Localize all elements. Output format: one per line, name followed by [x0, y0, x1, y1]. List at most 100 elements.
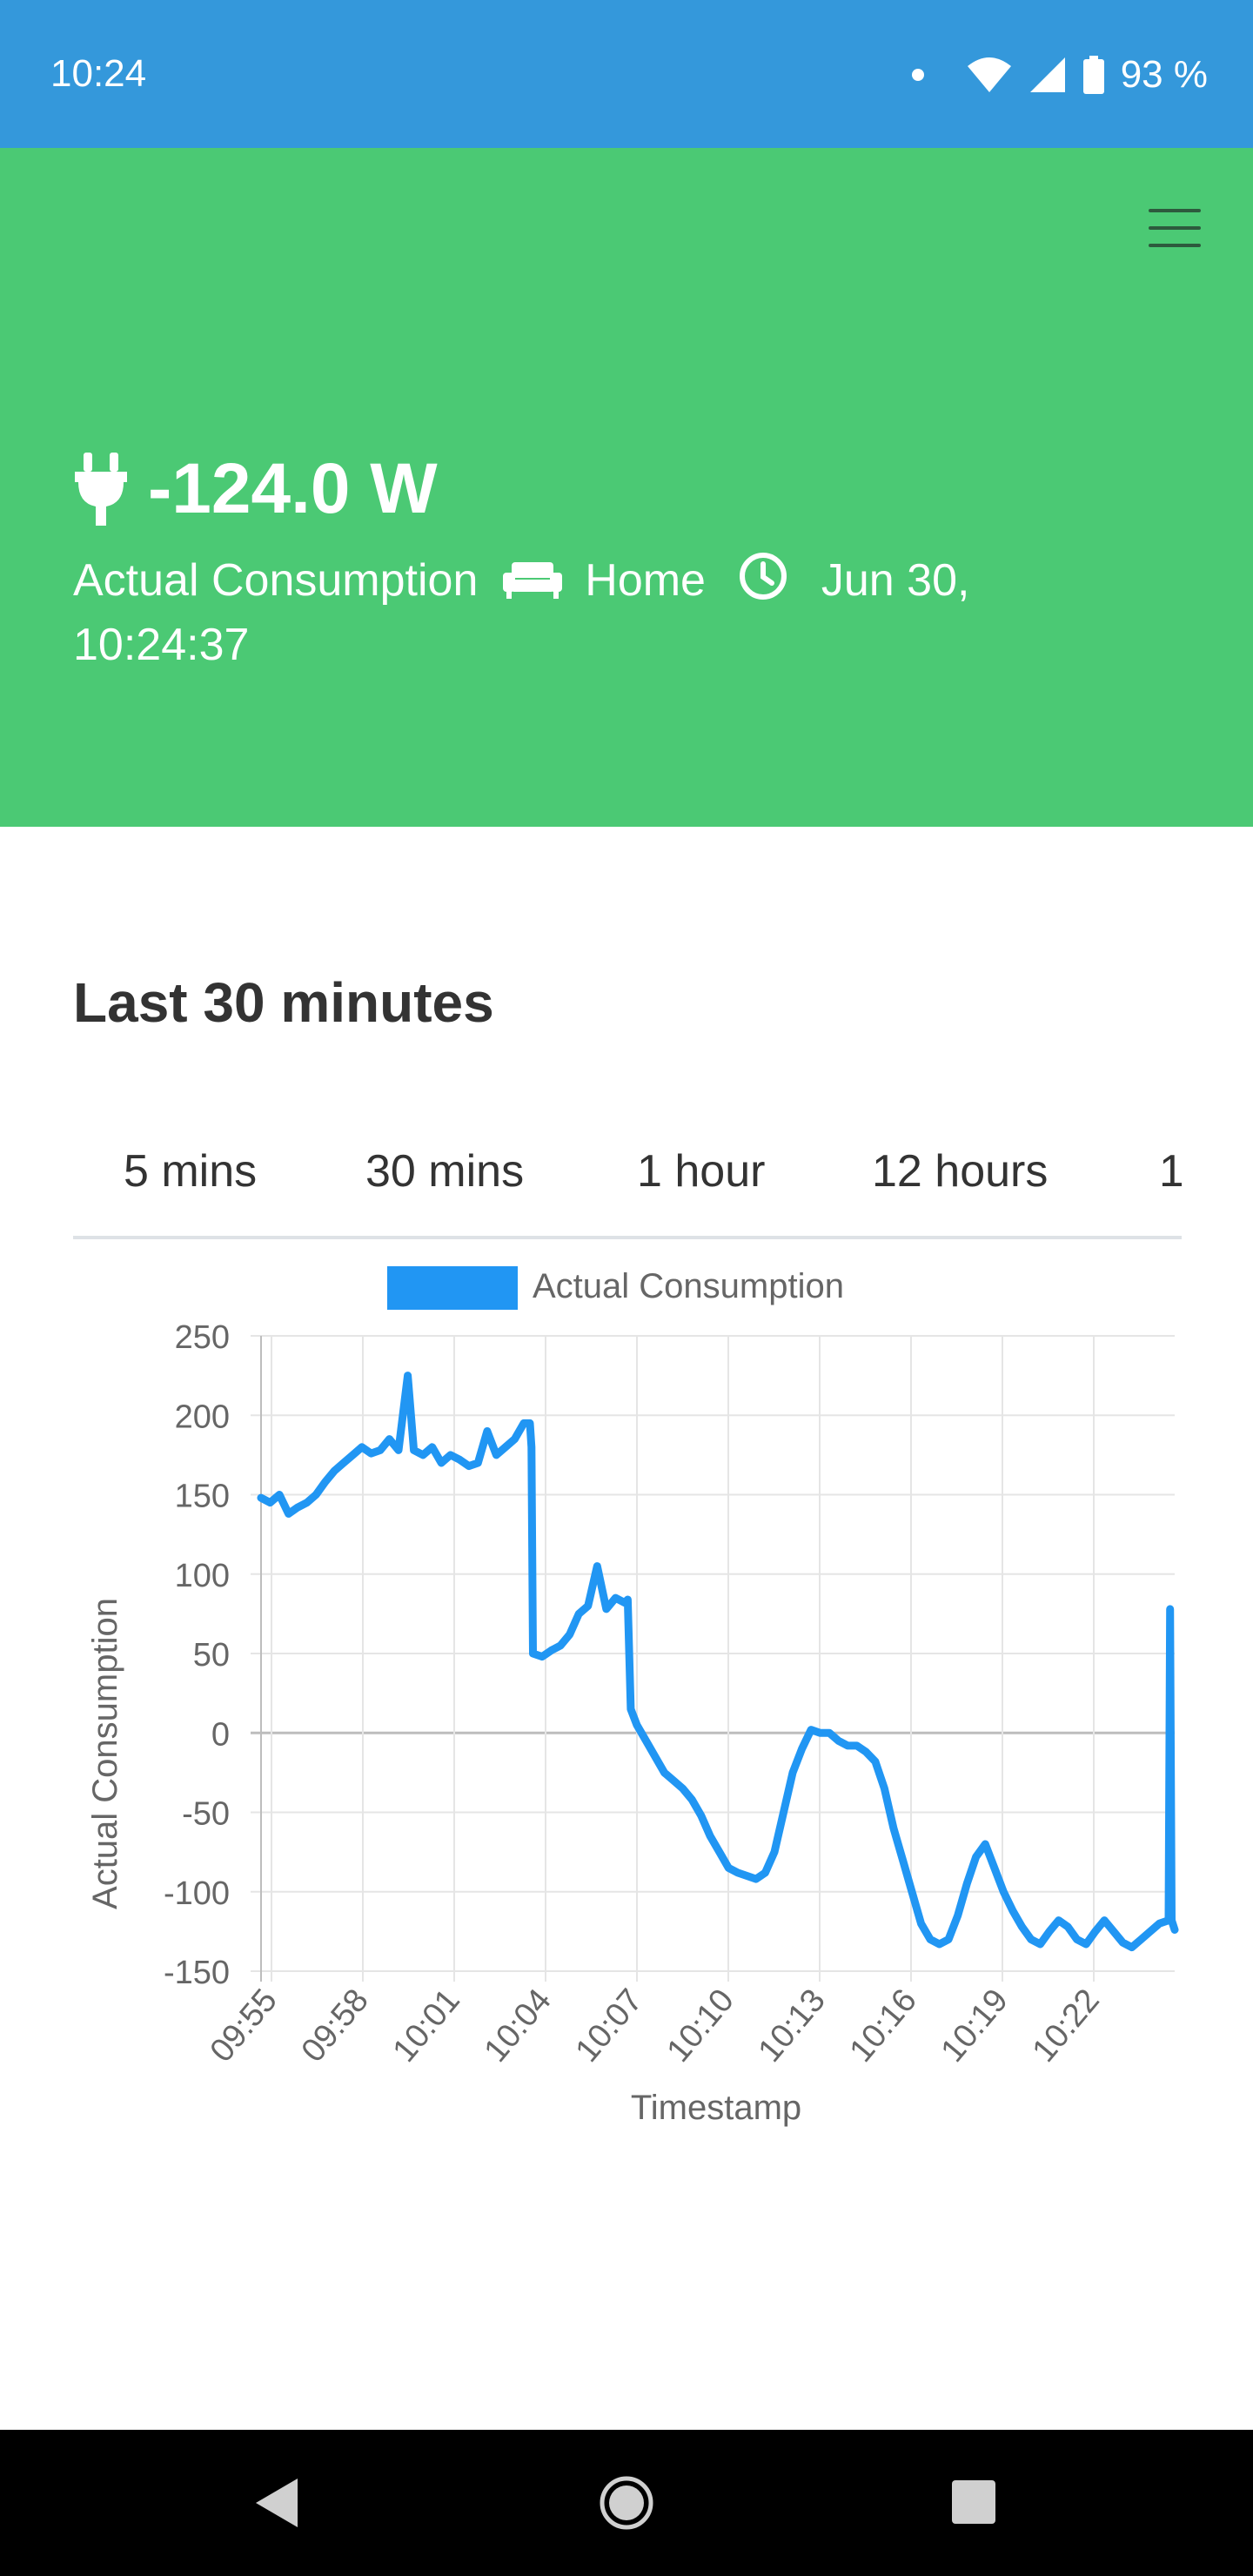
data-point [653, 1754, 659, 1760]
data-point [377, 1447, 383, 1453]
notification-dot-icon [911, 69, 924, 81]
data-point [267, 1499, 273, 1506]
data-point [1169, 1917, 1175, 1923]
data-point [594, 1563, 600, 1569]
data-point [539, 1654, 546, 1660]
data-point [396, 1447, 402, 1453]
y-tick-label: -150 [164, 1955, 230, 1991]
power-reading: -124.0 W [73, 448, 438, 530]
data-point [707, 1833, 714, 1839]
data-point [1065, 1923, 1071, 1929]
signal-icon [1029, 57, 1065, 92]
data-point [340, 1460, 346, 1466]
data-point [936, 1941, 942, 1947]
system-nav-bar [0, 2430, 1253, 2576]
data-point [827, 1730, 833, 1736]
data-point [643, 1738, 649, 1744]
data-point [955, 1913, 961, 1919]
data-point [845, 1742, 851, 1748]
data-point [661, 1769, 667, 1775]
home-button[interactable] [599, 2475, 654, 2531]
tab-30-mins[interactable]: 30 mins [365, 1145, 524, 1197]
y-tick-label: 50 [193, 1637, 230, 1674]
x-tick-label: 10:22 [1026, 1982, 1107, 2070]
x-axis-ticks: 09:55 09:58 10:01 10:04 10:07 10:10 10:13 10:16… [204, 1982, 1107, 2070]
plug-icon [75, 453, 127, 526]
status-time: 10:24 [50, 52, 147, 95]
series-points [258, 1372, 1177, 1950]
tab-1-day[interactable]: 1 [1159, 1145, 1182, 1197]
y-tick-label: 250 [175, 1319, 230, 1356]
data-point [350, 1452, 356, 1458]
status-bar: 10:24 93 % [0, 0, 1253, 148]
y-tick-label: -100 [164, 1875, 230, 1912]
data-point [854, 1742, 860, 1748]
x-tick-label: 10:07 [569, 1982, 650, 2070]
data-point [928, 1936, 934, 1942]
y-tick-label: -50 [182, 1796, 230, 1833]
data-point [1110, 1929, 1116, 1935]
x-tick-label: 10:04 [478, 1982, 559, 2070]
x-tick-label: 10:01 [386, 1982, 467, 2070]
data-point [716, 1849, 722, 1855]
data-point [493, 1452, 499, 1458]
data-point [627, 1706, 633, 1712]
y-tick-label: 200 [175, 1399, 230, 1435]
data-point [726, 1865, 732, 1871]
reading-details: Actual Consumption Home Jun 30, 10:24:37 [73, 548, 1117, 677]
data-point [1055, 1917, 1062, 1923]
recents-button[interactable] [950, 2479, 997, 2526]
tab-5-mins[interactable]: 5 mins [124, 1145, 257, 1197]
consumption-chart: 250200150100500-50-100-150 09:55 09:58 10:… [86, 1266, 1179, 2127]
data-point [1083, 1941, 1089, 1947]
data-point [405, 1372, 411, 1379]
data-point [420, 1452, 426, 1458]
data-point [799, 1746, 805, 1752]
data-point [527, 1420, 533, 1426]
data-point [358, 1444, 365, 1450]
data-point [1074, 1936, 1080, 1942]
data-point [304, 1499, 310, 1506]
data-point [285, 1511, 291, 1517]
power-value: -124.0 W [148, 449, 438, 528]
data-point [1037, 1941, 1043, 1947]
data-point [1172, 1927, 1177, 1933]
tab-1-hour[interactable]: 1 hour [637, 1145, 765, 1197]
clock-icon [740, 553, 787, 600]
hamburger-menu-icon[interactable] [1149, 209, 1201, 247]
data-point [982, 1841, 988, 1847]
data-point [512, 1436, 518, 1442]
data-point [576, 1611, 582, 1617]
data-point [613, 1595, 619, 1601]
data-point [863, 1749, 869, 1755]
data-point [558, 1642, 564, 1648]
data-point [1019, 1923, 1025, 1929]
series-line-actual-consumption [257, 1372, 1179, 1952]
data-point [781, 1809, 787, 1815]
data-point [1092, 1929, 1098, 1935]
data-point [566, 1632, 573, 1638]
y-axis-title: Actual Consumption [86, 1598, 124, 1909]
tab-12-hours[interactable]: 12 hours [872, 1145, 1048, 1197]
back-button[interactable] [252, 2475, 301, 2531]
data-point [890, 1825, 896, 1831]
data-point [1028, 1936, 1034, 1942]
data-point [484, 1428, 490, 1434]
data-point [1156, 1921, 1163, 1927]
data-point [1047, 1929, 1053, 1935]
data-point [386, 1436, 392, 1442]
data-point [502, 1444, 508, 1450]
data-point [258, 1495, 264, 1501]
data-point [918, 1921, 924, 1927]
data-point [466, 1463, 472, 1469]
data-point [439, 1460, 445, 1466]
data-point [734, 1869, 740, 1875]
y-axis-ticks: 250 200 150 100 50 0 -50 -100 -150 [164, 1319, 230, 1991]
data-point [277, 1492, 283, 1498]
data-point [744, 1873, 750, 1879]
data-point [585, 1603, 591, 1609]
data-point [475, 1460, 481, 1466]
data-point [1147, 1929, 1153, 1935]
data-point [680, 1786, 686, 1792]
data-point [872, 1759, 878, 1765]
